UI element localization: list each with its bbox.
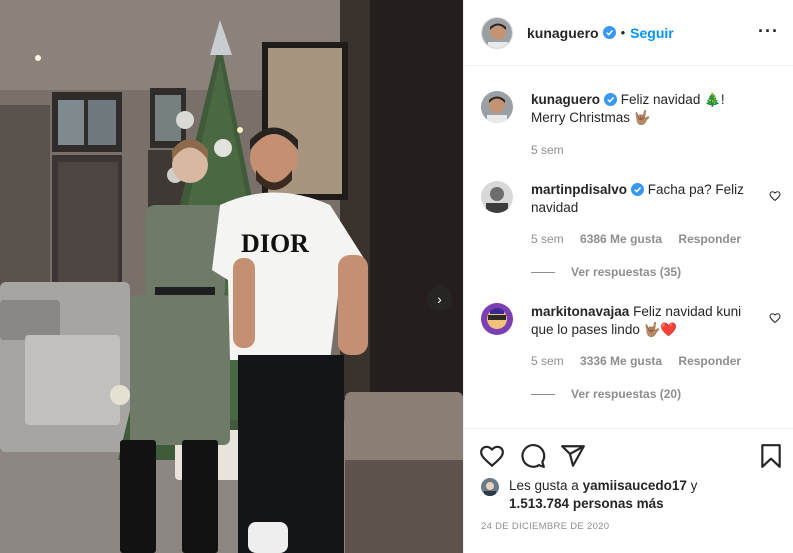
view-replies-label: Ver respuestas (35) [571,265,682,279]
verified-badge-icon [602,26,616,39]
shirt-print: DIOR [241,229,309,258]
caption-username[interactable]: kunaguero [531,92,600,107]
post-photo[interactable]: DIOR › [0,0,463,553]
view-replies-label: Ver respuestas (20) [571,387,682,401]
commenter-avatar[interactable] [481,303,513,335]
caption-meta: 5 sem [531,143,577,157]
view-replies-button[interactable]: Ver respuestas (20) [531,387,681,401]
reply-button[interactable]: Responder [678,354,741,368]
comment-meta: 5 sem 6386 Me gusta Responder [531,232,754,246]
post-header: kunaguero • Seguir ··· [464,0,793,66]
post-actions: Les gusta a yamiisaucedo17 y 1.513.784 p… [464,428,793,553]
replies-line [531,393,555,395]
follow-button[interactable]: Seguir [630,25,674,41]
more-options-icon[interactable]: ··· [758,22,779,40]
separator-dot: • [620,25,626,40]
next-photo-button[interactable]: › [427,286,452,311]
caption-avatar[interactable] [481,91,513,123]
comment-time[interactable]: 5 sem [531,232,564,246]
like-comment-heart-icon[interactable] [769,312,781,324]
share-paper-plane-icon[interactable] [560,443,586,469]
post-date[interactable]: 24 DE DICIEMBRE DE 2020 [481,521,609,532]
replies-line [531,271,555,273]
comment-time[interactable]: 5 sem [531,354,564,368]
comment-username[interactable]: markitonavajaa [531,304,629,319]
liker-username[interactable]: yamiisaucedo17 [583,478,687,493]
comment-bubble-icon[interactable] [520,443,546,469]
likes-prefix: Les gusta a [509,478,579,493]
reply-button[interactable]: Responder [678,232,741,246]
verified-badge-icon [604,93,618,106]
likes-line-1: Les gusta a yamiisaucedo17 y [509,477,697,495]
comment-likes[interactable]: 3336 Me gusta [580,354,662,368]
comment-username[interactable]: martinpdisalvo [531,182,627,197]
likes-count[interactable]: 1.513.784 [509,496,569,511]
save-bookmark-icon[interactable] [758,443,784,469]
view-replies-button[interactable]: Ver respuestas (35) [531,265,681,279]
photo-scene: DIOR [0,0,463,553]
like-heart-icon[interactable] [479,443,505,469]
comment-likes[interactable]: 6386 Me gusta [580,232,662,246]
chevron-right-icon: › [437,290,442,307]
comment-meta: 5 sem 3336 Me gusta Responder [531,354,754,368]
likes-joiner: y [690,478,698,493]
comments-list[interactable]: kunaguero Feliz navidad 🎄! Merry Christm… [464,67,793,428]
comment-body: martinpdisalvo Facha pa? Feliz navidad [531,181,756,217]
likes-line-2[interactable]: 1.513.784 personas más [509,495,664,513]
commenter-avatar[interactable] [481,181,513,213]
caption-body: kunaguero Feliz navidad 🎄! Merry Christm… [531,91,756,127]
caption-time[interactable]: 5 sem [531,143,564,157]
comment-body: markitonavajaa Feliz navidad kuni que lo… [531,303,756,339]
verified-badge-icon [631,183,645,196]
author-username[interactable]: kunaguero [527,25,599,41]
author-avatar[interactable] [481,16,513,49]
likes-suffix[interactable]: personas más [573,496,664,511]
like-comment-heart-icon[interactable] [769,190,781,202]
post-side-panel: kunaguero • Seguir ··· kunaguero Feliz n… [463,0,793,553]
liker-avatar[interactable] [481,478,499,496]
